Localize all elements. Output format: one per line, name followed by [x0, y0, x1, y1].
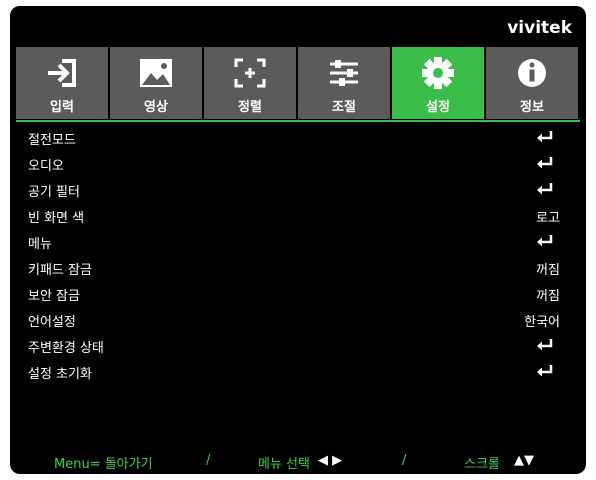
enter-icon: [537, 183, 553, 195]
enter-icon: [537, 339, 553, 351]
menu-item-audio[interactable]: 오디오: [10, 152, 586, 174]
menu-item-language[interactable]: 언어설정 한국어: [10, 308, 586, 330]
menu-item-environment-status[interactable]: 주변환경 상태: [10, 334, 586, 356]
menu-item-label: 절전모드: [28, 133, 76, 148]
tab-align[interactable]: 정렬: [204, 47, 296, 119]
menu-item-label: 설정 초기화: [28, 367, 92, 382]
projector-osd-menu: vivitek 입력 영상 정렬 조절 설정 정보 절전모드 오디오 공기 필터…: [10, 6, 586, 474]
enter-icon: [537, 157, 553, 169]
tab-divider: [16, 120, 580, 122]
menu-item-keypad-lock[interactable]: 키패드 잠금 꺼짐: [10, 256, 586, 278]
tab-label: 조절: [332, 100, 356, 115]
tab-info[interactable]: 정보: [486, 47, 578, 119]
tab-label: 입력: [50, 100, 74, 115]
footer-back-hint: Menu= 돌아가기: [54, 457, 153, 472]
menu-item-air-filter[interactable]: 공기 필터: [10, 178, 586, 200]
footer-separator: /: [402, 453, 407, 468]
left-right-arrows-icon: ◀ ▶: [318, 453, 343, 468]
enter-icon: [537, 235, 553, 247]
info-icon: [486, 53, 578, 93]
tab-label: 영상: [144, 100, 168, 115]
menu-item-security-lock[interactable]: 보안 잠금 꺼짐: [10, 282, 586, 304]
menu-item-menu[interactable]: 메뉴: [10, 230, 586, 252]
enter-icon: [537, 365, 553, 377]
tab-label: 정렬: [238, 100, 262, 115]
menu-item-value: 꺼짐: [536, 263, 560, 278]
menu-item-reset[interactable]: 설정 초기화: [10, 360, 586, 382]
footer-hint-bar: Menu= 돌아가기 / 메뉴 선택 ◀ ▶ / 스크롤 ▲▼: [10, 446, 586, 474]
footer-select-hint: 메뉴 선택: [258, 457, 310, 472]
tab-image[interactable]: 영상: [110, 47, 202, 119]
menu-item-label: 오디오: [28, 159, 64, 174]
menu-item-label: 빈 화면 색: [28, 211, 85, 226]
menu-item-label: 언어설정: [28, 315, 76, 330]
menu-item-value: 꺼짐: [536, 289, 560, 304]
tab-label: 설정: [426, 100, 450, 115]
menu-tabs: 입력 영상 정렬 조절 설정 정보: [16, 47, 580, 119]
menu-item-label: 주변환경 상태: [28, 341, 104, 356]
input-icon: [16, 53, 108, 93]
gear-icon: [392, 53, 484, 93]
menu-item-power-saving[interactable]: 절전모드: [10, 126, 586, 148]
align-icon: [204, 53, 296, 93]
sliders-icon: [298, 53, 390, 93]
menu-item-value: 한국어: [524, 315, 560, 330]
menu-item-label: 보안 잠금: [28, 289, 80, 304]
image-icon: [110, 53, 202, 93]
vivitek-logo: vivitek: [507, 18, 572, 38]
menu-item-label: 공기 필터: [28, 185, 80, 200]
footer-separator: /: [206, 453, 211, 468]
tab-label: 정보: [520, 100, 544, 115]
tab-settings[interactable]: 설정: [392, 47, 484, 119]
up-down-arrows-icon: ▲▼: [514, 453, 534, 468]
menu-item-blank-screen-color[interactable]: 빈 화면 색 로고: [10, 204, 586, 226]
tab-adjust[interactable]: 조절: [298, 47, 390, 119]
top-bar: vivitek: [10, 6, 586, 46]
footer-scroll-hint: 스크롤: [464, 457, 500, 472]
tab-input[interactable]: 입력: [16, 47, 108, 119]
menu-item-value: 로고: [536, 211, 560, 226]
enter-icon: [537, 131, 553, 143]
menu-item-label: 키패드 잠금: [28, 263, 92, 278]
menu-item-label: 메뉴: [28, 237, 52, 252]
